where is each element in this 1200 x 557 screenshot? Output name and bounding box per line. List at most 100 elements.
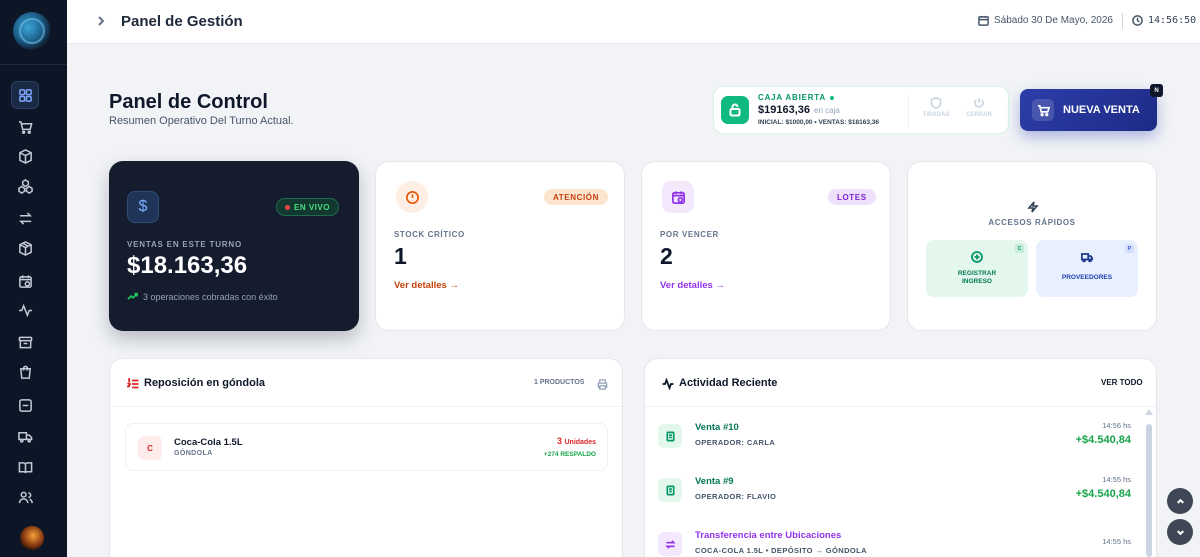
restock-item-row[interactable]: C Coca-Cola 1.5L GÓNDOLA 3 Unidades +274…	[125, 423, 608, 471]
register-entry-button[interactable]: REGISTRAR INGRESO C	[926, 240, 1028, 297]
critical-stock-details-link[interactable]: Ver detalles →	[394, 280, 459, 291]
chevron-up-icon	[1176, 498, 1184, 504]
shield-icon	[930, 97, 942, 109]
activity-item[interactable]: Venta #9 OPERADOR: FLAVIO 14:55 hs +$4.5…	[658, 471, 1136, 511]
activity-time: 14:55 hs	[1102, 537, 1131, 546]
product-backup: +274 RESPALDO	[543, 451, 596, 458]
new-sale-label: NUEVA VENTA	[1063, 104, 1140, 116]
app-logo[interactable]	[13, 12, 51, 50]
activity-title: Transferencia entre Ubicaciones	[695, 530, 842, 541]
page-subtitle: Resumen Operativo Del Turno Actual.	[109, 115, 294, 127]
sidebar-item-cash[interactable]	[11, 391, 39, 419]
scroll-top-button[interactable]	[1167, 488, 1193, 514]
users-icon	[18, 491, 33, 503]
sidebar-item-users[interactable]	[11, 483, 39, 511]
activity-icon	[18, 303, 32, 317]
scroll-bottom-button[interactable]	[1167, 519, 1193, 545]
sidebar-item-archive[interactable]	[11, 328, 39, 356]
shortcut-badge: N	[1150, 84, 1163, 97]
restock-panel-header: Reposición en góndola 1 PRODUCTOS	[110, 359, 622, 407]
cash-amount-value: $19163,36	[758, 104, 810, 116]
activity-panel-header: Actividad Reciente VER TODO	[645, 359, 1156, 407]
shift-sales-amount: $18.163,36	[127, 252, 248, 279]
cash-register-status-label: CAJA ABIERTA	[758, 93, 826, 102]
sidebar-item-reports[interactable]	[11, 453, 39, 481]
shift-sales-note-text: 3 operaciones cobradas con éxito	[143, 291, 278, 302]
activity-subtitle: OPERADOR: CARLA	[695, 438, 776, 447]
register-entry-label: REGISTRAR INGRESO	[926, 270, 1028, 287]
receipt-icon	[658, 424, 682, 448]
attention-badge: ATENCIÓN	[544, 189, 608, 205]
live-dot	[285, 204, 290, 210]
transfer-icon	[658, 532, 682, 556]
sidebar-divider	[0, 64, 67, 65]
product-quantity: 3 Unidades	[557, 436, 596, 446]
chevron-down-icon	[1176, 529, 1184, 535]
quick-access-title: ACCESOS RÁPIDOS	[988, 218, 1076, 227]
new-sale-button[interactable]: NUEVA VENTA	[1020, 89, 1157, 131]
close-register-button[interactable]: CERRAR	[962, 97, 996, 118]
activity-time: 14:56 hs	[1102, 421, 1131, 430]
restock-panel: Reposición en góndola 1 PRODUCTOS C Coca…	[109, 358, 623, 557]
register-entry-line2: INGRESO	[962, 278, 992, 286]
cash-register-amount: $19163,36 en caja	[758, 104, 840, 116]
restock-count: 1 PRODUCTOS	[534, 379, 585, 386]
clock-icon	[1132, 15, 1143, 26]
plus-circle-icon	[971, 251, 983, 263]
activity-item[interactable]: Venta #10 OPERADOR: CARLA 14:56 hs +$4.5…	[658, 417, 1136, 457]
shift-sales-card: $ EN VIVO VENTAS EN ESTE TURNO $18.163,3…	[109, 161, 359, 331]
activity-subtitle: COCA-COLA 1.5L • DEPÓSITO → GÓNDOLA	[695, 546, 867, 555]
activity-scrollbar[interactable]	[1145, 409, 1153, 557]
printer-icon	[597, 379, 608, 390]
power-icon	[974, 98, 984, 108]
sidebar-item-dashboard[interactable]	[11, 81, 39, 109]
dashboard-icon	[18, 88, 32, 102]
sidebar-item-activity[interactable]	[11, 296, 39, 324]
sidebar-item-providers[interactable]	[11, 422, 39, 450]
calendar-clock-icon	[18, 274, 32, 288]
print-button[interactable]	[597, 377, 608, 390]
critical-stock-card: ATENCIÓN STOCK CRÍTICO 1 Ver detalles →	[375, 161, 625, 331]
activity-panel: Actividad Reciente VER TODO Venta #10 OP…	[644, 358, 1157, 557]
sidebar-toggle-button[interactable]	[94, 14, 108, 28]
product-location: GÓNDOLA	[174, 450, 213, 457]
top-bar: Panel de Gestión Sábado 30 De Mayo, 2026…	[67, 0, 1200, 44]
activity-title: Venta #9	[695, 476, 734, 487]
sidebar-item-inventory[interactable]	[11, 234, 39, 262]
product-quantity-unit: Unidades	[564, 439, 596, 446]
archive-icon	[18, 336, 32, 348]
cash-register-detail: INICIAL: $1000,00 • VENTAS: $18163,36	[758, 119, 880, 126]
view-all-link[interactable]: VER TODO	[1101, 378, 1143, 387]
cash-register-lock-button[interactable]	[721, 96, 749, 124]
live-badge-label: EN VIVO	[294, 202, 330, 212]
activity-subtitle: OPERADOR: FLAVIO	[695, 492, 777, 501]
withdrawals-label: TIRADAS	[922, 112, 950, 118]
box-icon	[18, 148, 32, 164]
current-time-text: 14:56:50	[1148, 15, 1197, 26]
sidebar-item-purchases[interactable]	[11, 358, 39, 386]
activity-panel-title: Actividad Reciente	[679, 377, 778, 389]
cash-amount-suffix: en caja	[814, 106, 840, 115]
expiring-details-link[interactable]: Ver detalles →	[660, 280, 725, 291]
user-avatar[interactable]	[20, 526, 44, 550]
activity-item[interactable]: Transferencia entre Ubicaciones COCA-COL…	[658, 525, 1136, 557]
expiring-label: POR VENCER	[660, 230, 719, 239]
providers-button[interactable]: PROVEEDORES P	[1036, 240, 1138, 297]
shift-sales-label: VENTAS EN ESTE TURNO	[127, 240, 242, 249]
sidebar-item-categories[interactable]	[11, 172, 39, 200]
sidebar-item-sales[interactable]	[11, 113, 39, 141]
trending-up-icon	[127, 292, 138, 300]
withdrawals-button[interactable]: TIRADAS	[919, 97, 953, 118]
activity-icon	[662, 377, 674, 391]
scroll-thumb[interactable]	[1146, 424, 1152, 557]
live-badge: EN VIVO	[276, 198, 339, 216]
providers-label: PROVEEDORES	[1061, 274, 1113, 281]
expiring-value: 2	[660, 243, 673, 269]
activity-time: 14:55 hs	[1102, 475, 1131, 484]
scroll-up-arrow-icon[interactable]	[1145, 409, 1153, 415]
sidebar-item-products[interactable]	[11, 142, 39, 170]
unlock-icon	[729, 103, 741, 117]
register-entry-line1: REGISTRAR	[957, 270, 997, 277]
sidebar-item-expiry[interactable]	[11, 267, 39, 295]
sidebar-item-transfers[interactable]	[11, 204, 39, 232]
